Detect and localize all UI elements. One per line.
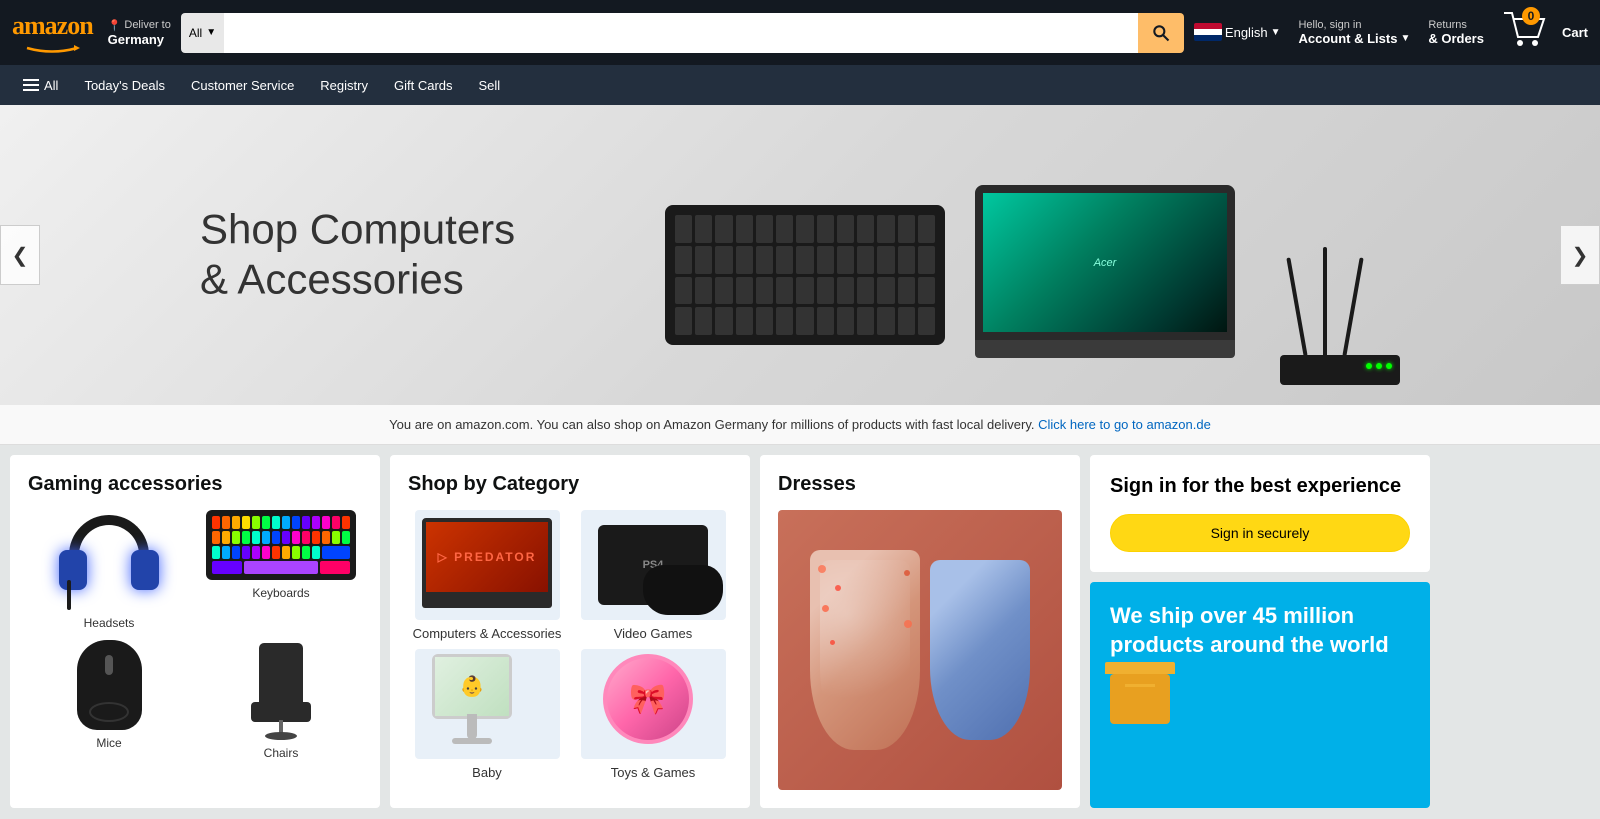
keyboards-label: Keyboards [252,586,309,600]
signin-button[interactable]: Sign in securely [1110,514,1410,552]
hero-title: Shop Computers & Accessories [200,205,515,306]
header-right: English ▼ Hello, sign in Account & Lists… [1194,11,1588,54]
search-button[interactable] [1138,13,1184,53]
returns-label: Returns [1428,19,1484,31]
gaming-grid: Headsets Key [28,510,362,760]
hero-next-button[interactable]: ❯ [1560,225,1600,285]
hero-banner: ❮ Shop Computers & Accessories for(let i… [0,105,1600,405]
logo-arrow [22,41,82,55]
header: amazon 📍 Deliver to Germany All ▼ [0,0,1600,65]
signin-box: Sign in for the best experience Sign in … [1090,455,1430,572]
baby-label: Baby [472,765,502,780]
video-games-label: Video Games [614,626,693,641]
returns-button[interactable]: Returns & Orders [1428,19,1484,46]
toys-image: 🎀 [581,649,726,759]
hamburger-icon [23,79,39,91]
dresses-title: Dresses [778,473,1062,496]
logo-text: amazon [12,11,93,41]
deliver-to[interactable]: 📍 Deliver to Germany [108,19,171,47]
dresses-image[interactable] [778,510,1062,790]
headsets-label: Headsets [84,616,135,630]
mice-label: Mice [96,736,121,750]
cart-label: Cart [1562,25,1588,40]
cart-button[interactable]: 0 Cart [1502,11,1588,54]
amazon-logo[interactable]: amazon [12,11,93,55]
search-category-dropdown[interactable]: All ▼ [181,13,224,53]
category-grid: ▷ PREDATOR Computers & Accessories PS4 [408,510,732,780]
category-baby[interactable]: 👶 Baby [408,649,566,780]
navbar-gift-cards[interactable]: Gift Cards [383,69,464,102]
dresses-card: Dresses [760,455,1080,808]
toys-label: Toys & Games [611,765,696,780]
navbar-sell[interactable]: Sell [468,69,512,102]
ship-box: We ship over 45 million products around … [1090,582,1430,808]
language-label: English [1225,25,1268,40]
signin-card: Sign in for the best experience Sign in … [1090,455,1430,808]
gaming-item-mice[interactable]: Mice [28,640,190,760]
account-lists: Account & Lists ▼ [1298,31,1410,46]
category-card-title: Shop by Category [408,473,732,496]
category-computers[interactable]: ▷ PREDATOR Computers & Accessories [408,510,566,641]
chevron-down-icon: ▼ [206,27,216,38]
computers-label: Computers & Accessories [413,626,562,641]
cart-count: 0 [1522,7,1540,25]
navbar-today-deals[interactable]: Today's Deals [73,69,176,102]
hero-text: Shop Computers & Accessories [200,205,515,306]
headset-image [49,510,169,610]
hero-prev-button[interactable]: ❮ [0,225,40,285]
navbar: All Today's Deals Customer Service Regis… [0,65,1600,105]
signin-title: Sign in for the best experience [1110,475,1410,498]
category-video-games[interactable]: PS4 Video Games [574,510,732,641]
category-toys-games[interactable]: 🎀 Toys & Games [574,649,732,780]
baby-image: 👶 [415,649,560,759]
shipping-box-icon [1110,674,1170,724]
chair-image [241,640,321,740]
account-button[interactable]: Hello, sign in Account & Lists ▼ [1298,19,1410,46]
main-content: Gaming accessories Headsets [0,445,1600,818]
deliver-label: 📍 Deliver to [108,19,171,32]
category-card: Shop by Category ▷ PREDATOR Computers & … [390,455,750,808]
germany-banner: You are on amazon.com. You can also shop… [0,405,1600,445]
navbar-all[interactable]: All [12,69,69,102]
search-input[interactable] [224,13,1138,53]
returns-orders: & Orders [1428,31,1484,46]
gaming-item-chairs[interactable]: Chairs [200,640,362,760]
hero-laptop-img: Acer [975,185,1235,385]
computers-image: ▷ PREDATOR [415,510,560,620]
video-games-image: PS4 [581,510,726,620]
germany-text: You are on amazon.com. You can also shop… [389,417,1034,432]
hero-products: for(let i=0;i<52;i++) document.write('<d… [480,105,1600,405]
navbar-customer-service[interactable]: Customer Service [180,69,305,102]
search-icon [1151,23,1171,43]
us-flag-icon [1194,23,1222,41]
gaming-card-title: Gaming accessories [28,473,362,496]
hero-keyboard-img: for(let i=0;i<52;i++) document.write('<d… [665,205,945,345]
mouse-image [77,640,142,730]
chairs-label: Chairs [264,746,299,760]
gaming-item-keyboards[interactable]: Keyboards [200,510,362,630]
navbar-all-label: All [44,78,58,93]
gaming-item-headsets[interactable]: Headsets [28,510,190,630]
search-bar: All ▼ [181,13,1184,53]
germany-link[interactable]: Click here to go to amazon.de [1038,417,1211,432]
navbar-registry[interactable]: Registry [309,69,379,102]
account-hello: Hello, sign in [1298,19,1410,31]
deliver-country: Germany [108,32,171,47]
language-selector[interactable]: English ▼ [1194,23,1281,43]
ship-title: We ship over 45 million products around … [1110,602,1410,659]
gaming-accessories-card: Gaming accessories Headsets [10,455,380,808]
hero-router-img [1265,225,1415,385]
dress-1 [810,550,920,750]
chevron-down-icon: ▼ [1271,27,1281,38]
dress-2 [930,560,1030,740]
chevron-down-icon: ▼ [1400,33,1410,44]
